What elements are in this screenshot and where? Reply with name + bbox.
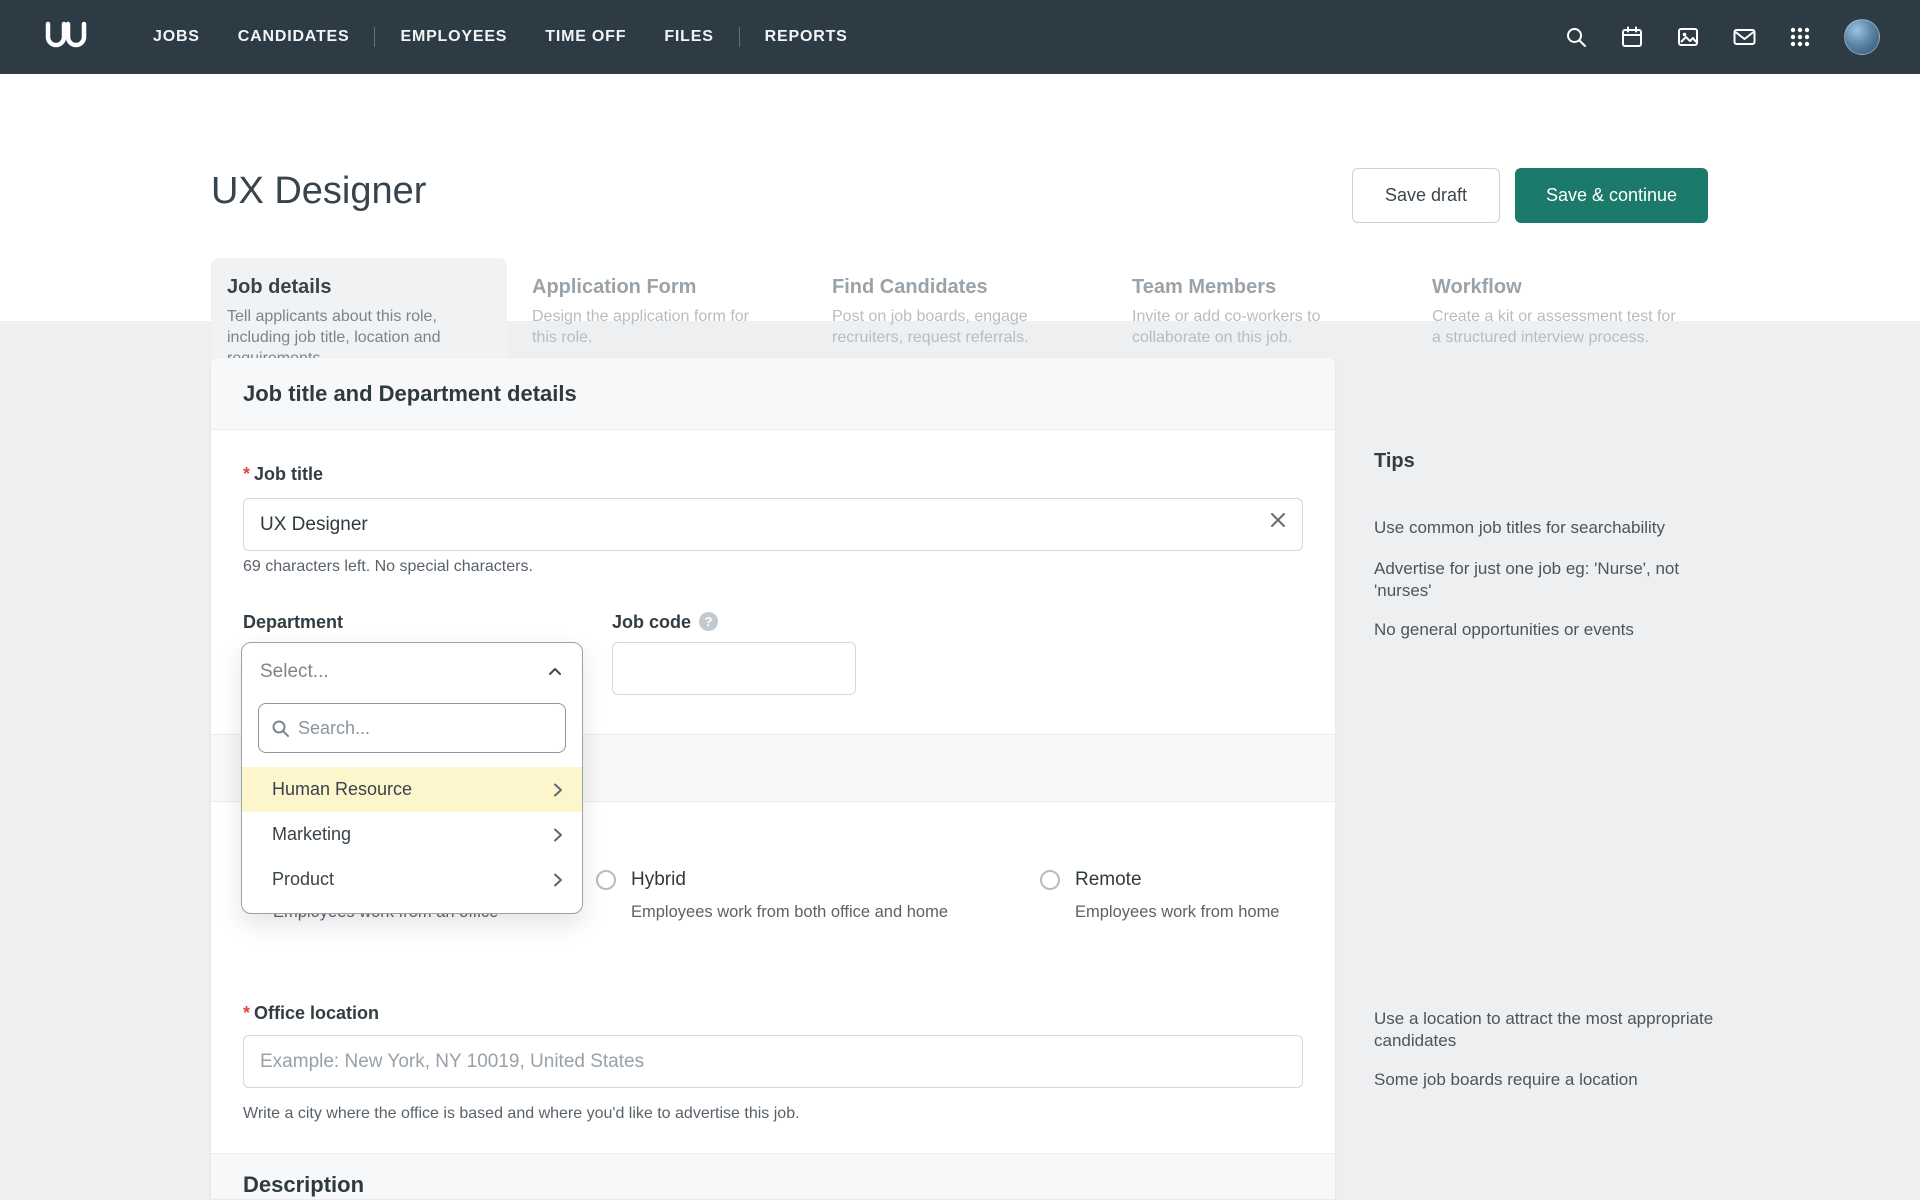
nav-item-time-off[interactable]: TIME OFF [526, 28, 645, 46]
step-application-form[interactable]: Application Form Design the application … [516, 258, 812, 367]
step-title: Job details [227, 276, 332, 298]
step-title: Team Members [1132, 276, 1277, 298]
remote-radio[interactable] [1040, 870, 1060, 890]
chevron-right-icon [550, 827, 566, 843]
search-icon[interactable] [1564, 25, 1588, 49]
nav-item-files[interactable]: FILES [645, 28, 732, 46]
nav-item-reports[interactable]: REPORTS [746, 28, 867, 46]
nav-actions [1564, 19, 1880, 55]
office-location-label: * Office location [243, 1003, 380, 1023]
app-logo-icon[interactable] [42, 19, 90, 55]
job-title-label: * Job title [243, 464, 324, 484]
step-workflow[interactable]: Workflow Create a kit or assessment test… [1416, 258, 1712, 367]
clear-input-icon[interactable] [1266, 508, 1290, 532]
department-select-trigger[interactable]: Select... [242, 643, 582, 701]
description-section-band: Description [211, 1153, 1335, 1200]
tips-title: Tips [1374, 450, 1415, 472]
top-navigation: JOBS CANDIDATES EMPLOYEES TIME OFF FILES… [0, 0, 1920, 74]
tip-item: Use a location to attract the most appro… [1374, 1009, 1714, 1051]
remote-radio-label[interactable]: Remote [1075, 869, 1142, 891]
department-options: Human Resource Marketing Product [242, 767, 582, 902]
page-header: UX Designer Save draft Save & continue J… [0, 74, 1920, 388]
description-title: Description [243, 1172, 365, 1197]
nav-divider [738, 27, 740, 47]
hybrid-radio-label[interactable]: Hybrid [631, 869, 686, 891]
department-dropdown: Select... Human Resource [241, 642, 583, 914]
department-option-product[interactable]: Product [242, 857, 582, 902]
hybrid-radio[interactable] [596, 870, 616, 890]
nav-item-candidates[interactable]: CANDIDATES [219, 28, 369, 46]
save-draft-button[interactable]: Save draft [1352, 168, 1500, 223]
nav-item-jobs[interactable]: JOBS [134, 28, 219, 46]
tip-item: Some job boards require a location [1374, 1070, 1638, 1089]
department-search-box [258, 703, 566, 753]
job-details-card: Job title and Department details * Job ti… [211, 358, 1335, 1200]
step-team-members[interactable]: Team Members Invite or add co-workers to… [1116, 258, 1412, 367]
save-continue-button[interactable]: Save & continue [1515, 168, 1708, 223]
step-desc: Invite or add co-workers to collaborate … [1132, 308, 1321, 346]
job-title-helper: 69 characters left. No special character… [243, 558, 533, 575]
tip-item: Advertise for just one job eg: 'Nurse', … [1374, 559, 1680, 601]
job-title-input[interactable] [243, 498, 1303, 551]
section-header-band: Job title and Department details [211, 358, 1335, 430]
tip-item: Use common job titles for searchability [1374, 518, 1666, 537]
step-find-candidates[interactable]: Find Candidates Post on job boards, enga… [816, 258, 1112, 367]
nav-menu: JOBS CANDIDATES EMPLOYEES TIME OFF FILES… [134, 27, 867, 47]
page-title: UX Designer [211, 170, 427, 212]
department-search-input[interactable] [298, 717, 553, 739]
nav-item-employees[interactable]: EMPLOYEES [381, 28, 526, 46]
department-select-value: Select... [260, 661, 329, 682]
mail-icon[interactable] [1732, 25, 1756, 49]
help-icon[interactable]: ? [699, 612, 719, 631]
hybrid-radio-desc: Employees work from both office and home [631, 903, 949, 921]
department-option-marketing[interactable]: Marketing [242, 812, 582, 857]
required-asterisk: * [243, 1003, 251, 1023]
department-label: Department [243, 612, 344, 632]
step-title: Workflow [1432, 276, 1522, 298]
chevron-right-icon [550, 782, 566, 798]
job-code-label: Job code? [612, 612, 719, 633]
office-location-helper: Write a city where the office is based a… [243, 1105, 800, 1122]
job-code-input[interactable] [612, 642, 856, 695]
step-title: Application Form [532, 276, 697, 298]
remote-radio-desc: Employees work from home [1075, 903, 1280, 921]
nav-divider [374, 27, 376, 47]
calendar-icon[interactable] [1620, 25, 1644, 49]
search-icon [271, 719, 290, 738]
step-title: Find Candidates [832, 276, 988, 298]
step-desc: Design the application form for this rol… [532, 308, 749, 346]
step-desc: Create a kit or assessment test for a st… [1432, 308, 1676, 346]
app-root: JOBS CANDIDATES EMPLOYEES TIME OFF FILES… [0, 0, 1920, 1200]
apps-grid-icon[interactable] [1788, 25, 1812, 49]
image-gallery-icon[interactable] [1676, 25, 1700, 49]
user-avatar[interactable] [1844, 19, 1880, 55]
section-title: Job title and Department details [243, 381, 577, 406]
chevron-up-icon [546, 663, 564, 681]
required-asterisk: * [243, 464, 251, 484]
chevron-right-icon [550, 872, 566, 888]
department-option-human-resource[interactable]: Human Resource [242, 767, 582, 812]
step-desc: Post on job boards, engage recruiters, r… [832, 308, 1029, 346]
office-location-input[interactable] [243, 1035, 1303, 1088]
tip-item: No general opportunities or events [1374, 620, 1634, 639]
